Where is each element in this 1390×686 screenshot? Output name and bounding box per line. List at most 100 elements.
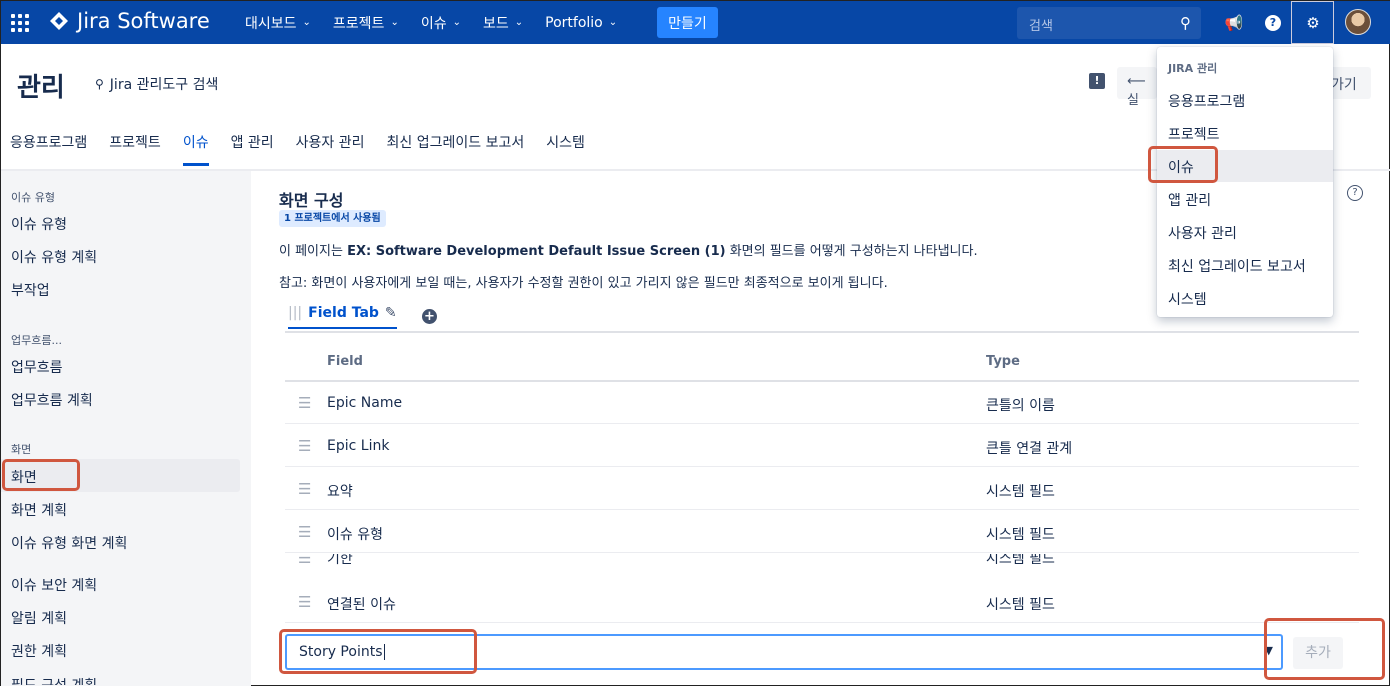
screen-name: EX: Software Development Default Issue S…	[347, 244, 726, 259]
avatar[interactable]	[1345, 9, 1371, 35]
nav-label: 보드	[483, 15, 509, 32]
sidebar-item-subtasks[interactable]: 부작업	[11, 280, 50, 300]
tab-applications[interactable]: 응용프로그램	[10, 132, 87, 166]
field-name: 이슈 유형	[327, 527, 383, 543]
nav-label: Portfolio	[545, 14, 603, 31]
desc-suffix: 화면의 필드를 어떻게 구성하는지 나타냅니다.	[725, 244, 978, 259]
field-name: 연결된 이슈	[327, 597, 396, 613]
search-icon: ⚲	[95, 77, 104, 91]
logo-text: Jira Software	[77, 9, 210, 33]
tab-upgrade-report[interactable]: 최신 업그레이드 보고서	[387, 132, 525, 166]
table-row[interactable]: ☰ 기한 시스템 필드	[285, 554, 1359, 568]
column-header-field: Field	[327, 354, 363, 369]
feedback-icon[interactable]: !	[1089, 73, 1105, 89]
dropdown-item-upgrade-report[interactable]: 최신 업그레이드 보고서	[1157, 249, 1333, 281]
sidebar-heading: 이슈 유형	[11, 191, 55, 204]
jira-logo[interactable]: Jira Software	[49, 9, 210, 33]
chevron-down-icon: ⌄	[514, 17, 524, 28]
top-navigation: Jira Software 대시보드 ⌄ 프로젝트 ⌄ 이슈 ⌄ 보드 ⌄ Portfo…	[1, 1, 1390, 44]
field-type: 시스템 필드	[986, 554, 1055, 567]
dropdown-heading: JIRA 관리	[1168, 62, 1218, 75]
dropdown-item-projects[interactable]: 프로젝트	[1157, 117, 1333, 149]
sidebar-item-notification-schemes[interactable]: 알림 계획	[11, 608, 67, 628]
nav-projects[interactable]: 프로젝트 ⌄	[333, 13, 399, 33]
nav-label: 대시보드	[245, 15, 297, 32]
sidebar-heading: 업무흐름...	[11, 334, 62, 347]
tab-user-management[interactable]: 사용자 관리	[296, 132, 365, 166]
column-header-type: Type	[986, 354, 1020, 369]
chevron-down-icon: ⌄	[452, 17, 461, 28]
drag-handle-icon[interactable]: ☰	[298, 523, 311, 541]
table-row[interactable]: ☰ Epic Name 큰틀의 이름	[285, 382, 1359, 424]
sidebar-item-workflow-schemes[interactable]: 업무흐름 계획	[11, 390, 93, 410]
sidebar-item-security-schemes[interactable]: 이슈 보안 계획	[11, 575, 97, 595]
sidebar-heading: 화면	[11, 443, 32, 456]
dropdown-item-system[interactable]: 시스템	[1157, 282, 1333, 314]
nav-portfolio[interactable]: Portfolio ⌄	[545, 15, 617, 31]
table-row[interactable]: ☰ 요약 시스템 필드	[285, 468, 1359, 510]
sidebar-item-field-config-schemes[interactable]: 필드 구성 계획	[11, 675, 97, 685]
app-switcher-icon[interactable]	[11, 14, 29, 32]
field-name: Epic Link	[327, 438, 390, 454]
chevron-down-icon: ⌄	[390, 17, 399, 28]
note: 참고: 화면이 사용자에게 보일 때는, 사용자가 수정할 권한이 있고 가리지…	[279, 276, 888, 291]
tab-apps[interactable]: 앱 관리	[231, 132, 274, 166]
drag-handle-icon[interactable]: ☰	[298, 394, 311, 412]
sidebar-item-workflows[interactable]: 업무흐름	[11, 357, 63, 377]
tab-issues[interactable]: 이슈	[182, 132, 209, 166]
admin-search-link[interactable]: ⚲ Jira 관리도구 검색	[95, 74, 218, 94]
settings-button[interactable]: ⚙	[1291, 1, 1334, 44]
dropdown-item-user-management[interactable]: 사용자 관리	[1157, 216, 1333, 248]
chevron-down-icon: ⌄	[302, 17, 311, 28]
field-type: 큰틀의 이름	[986, 398, 1055, 414]
sidebar-item-permission-schemes[interactable]: 권한 계획	[11, 641, 67, 661]
field-name: Epic Name	[327, 395, 403, 411]
back-button[interactable]: ⟵ 실	[1117, 67, 1157, 108]
projects-used-badge[interactable]: 1 프로젝트에서 사용됨	[279, 210, 386, 227]
table-row[interactable]: ☰ 연결된 이슈 시스템 필드	[285, 581, 1359, 623]
nav-label: 이슈	[420, 15, 447, 32]
table-row[interactable]: ☰ Epic Link 큰틀 연결 관계	[285, 425, 1359, 467]
jira-diamond-icon	[50, 12, 68, 30]
dropdown-item-applications[interactable]: 응용프로그램	[1157, 84, 1333, 116]
field-tab-label: Field Tab	[308, 305, 379, 321]
desc-prefix: 이 페이지는	[279, 244, 348, 259]
drag-handle-icon[interactable]: ☰	[298, 554, 311, 567]
help-circle-icon[interactable]: ?	[1347, 185, 1363, 201]
nav-dashboards[interactable]: 대시보드 ⌄	[245, 13, 311, 33]
sidebar-item-issue-type-schemes[interactable]: 이슈 유형 계획	[11, 247, 97, 267]
pencil-icon[interactable]: ✎	[385, 305, 397, 321]
drag-handle-icon[interactable]: ☰	[298, 593, 311, 611]
nav-menu: 대시보드 ⌄ 프로젝트 ⌄ 이슈 ⌄ 보드 ⌄ Portfolio ⌄	[245, 1, 639, 44]
nav-boards[interactable]: 보드 ⌄	[483, 13, 523, 33]
table-row[interactable]: ☰ 이슈 유형 시스템 필드	[285, 511, 1359, 553]
highlight-box	[2, 459, 80, 491]
tab-projects[interactable]: 프로젝트	[109, 132, 161, 166]
highlight-box	[1148, 146, 1218, 183]
gear-icon: ⚙	[1306, 14, 1320, 32]
field-tab[interactable]: ||| Field Tab ✎	[288, 305, 397, 329]
field-type: 시스템 필드	[986, 484, 1055, 500]
highlight-box	[279, 629, 477, 674]
chevron-down-icon: ⌄	[608, 17, 618, 28]
description: 이 페이지는 EX: Software Development Default …	[279, 240, 978, 259]
nav-issues[interactable]: 이슈 ⌄	[421, 13, 461, 33]
sidebar-item-screen-schemes[interactable]: 화면 계획	[11, 500, 67, 520]
sidebar-item-issue-type-screen-schemes[interactable]: 이슈 유형 화면 계획	[11, 533, 127, 553]
sidebar-item-issue-types[interactable]: 이슈 유형	[11, 214, 67, 234]
dropdown-item-apps[interactable]: 앱 관리	[1157, 183, 1333, 215]
sidebar-clip: 필드 구성 계획	[1, 673, 251, 685]
screen-config-title: 화면 구성	[279, 191, 344, 210]
page-title: 관리	[17, 73, 65, 103]
add-tab-icon[interactable]: +	[422, 309, 437, 324]
tab-divider	[285, 331, 1359, 333]
drag-handle-icon[interactable]: ☰	[298, 437, 311, 455]
search-input[interactable]: 검색 ⚲	[1017, 7, 1201, 39]
help-icon[interactable]: ?	[1262, 12, 1284, 34]
create-button[interactable]: 만들기	[657, 7, 718, 38]
highlight-box	[1264, 618, 1385, 680]
tab-system[interactable]: 시스템	[546, 132, 585, 166]
search-icon: ⚲	[1180, 14, 1191, 32]
megaphone-icon[interactable]: 📢	[1223, 12, 1245, 34]
drag-handle-icon[interactable]: ☰	[298, 480, 311, 498]
